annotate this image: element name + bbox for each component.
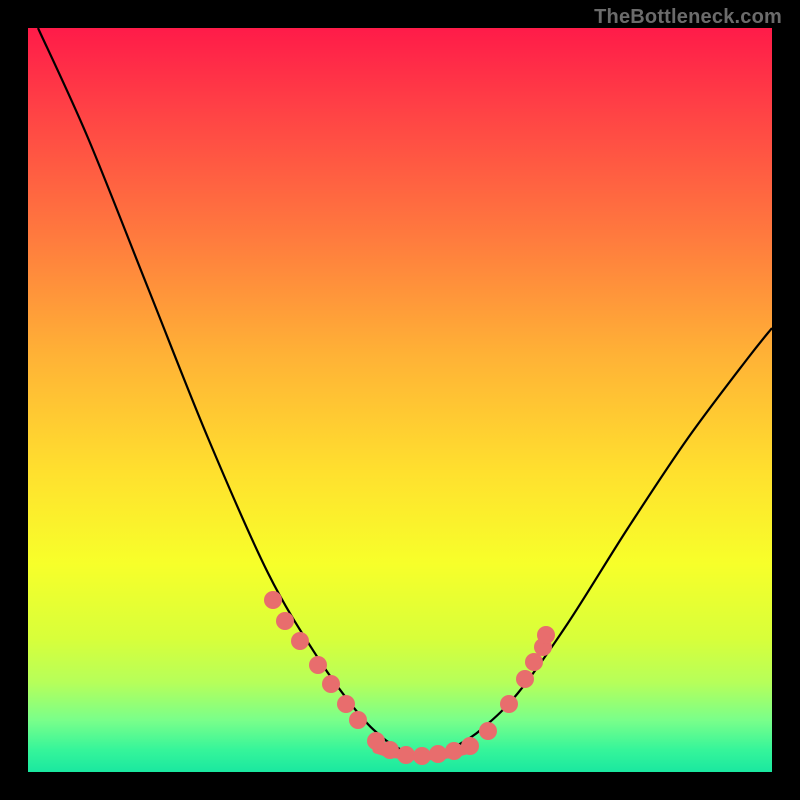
highlight-dot [537,626,555,644]
highlight-dot [349,711,367,729]
highlight-dot [381,741,399,759]
highlight-dot [429,745,447,763]
highlight-dot [479,722,497,740]
highlight-dot [322,675,340,693]
chart-plot-area [28,28,772,772]
highlight-dot [516,670,534,688]
highlight-dot [500,695,518,713]
chart-svg [28,28,772,772]
highlight-dot [461,737,479,755]
highlight-markers [264,591,555,765]
highlight-dot [445,742,463,760]
highlight-dot [413,747,431,765]
watermark-text: TheBottleneck.com [594,6,782,29]
highlight-dot [276,612,294,630]
highlight-dot [337,695,355,713]
highlight-dot [291,632,309,650]
highlight-dot [264,591,282,609]
highlight-dot [397,746,415,764]
bottleneck-curve [38,28,772,755]
highlight-dot [525,653,543,671]
highlight-dot [309,656,327,674]
